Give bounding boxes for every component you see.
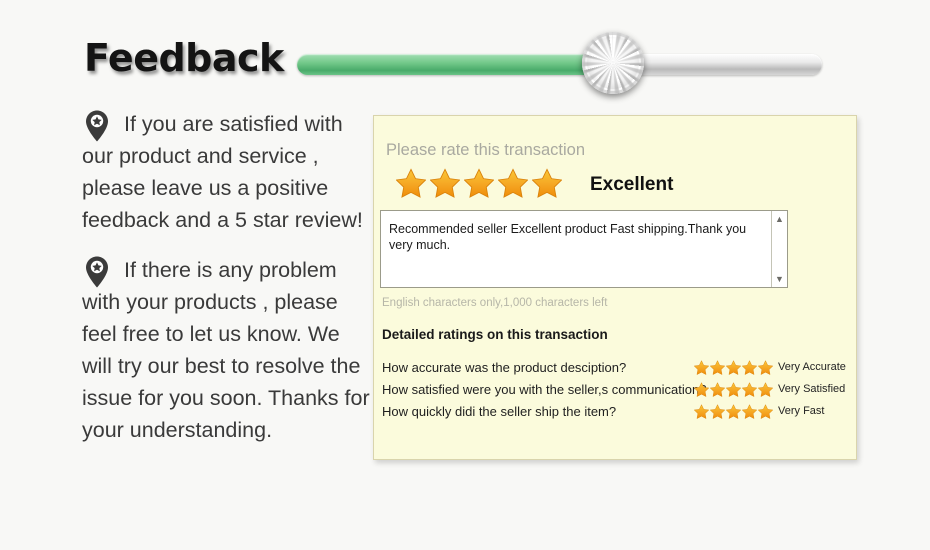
star-icon[interactable] (498, 168, 528, 198)
detailed-ratings-list: How accurate was the product desciption?… (382, 356, 850, 422)
rating-label: Very Fast (778, 405, 825, 417)
character-count-note: English characters only,1,000 characters… (382, 297, 608, 309)
star-icon[interactable] (758, 403, 773, 419)
rating-value-group: Very Fast (694, 403, 850, 419)
feedback-notes: If you are satisfied with our product an… (82, 108, 370, 464)
star-icon[interactable] (694, 381, 709, 397)
star-icon[interactable] (710, 403, 725, 419)
detailed-ratings-heading: Detailed ratings on this transaction (382, 327, 608, 342)
note-item: If you are satisfied with our product an… (82, 108, 370, 236)
star-icon[interactable] (710, 381, 725, 397)
note-text: If you are satisfied with our product an… (82, 112, 363, 232)
star-icon[interactable] (532, 168, 562, 198)
star-icon[interactable] (742, 359, 757, 375)
rating-value-group: Very Accurate (694, 359, 850, 375)
progress-slider[interactable] (297, 32, 822, 94)
rating-question: How quickly didi the seller ship the ite… (382, 403, 617, 419)
map-pin-star-icon (86, 256, 108, 288)
star-icon[interactable] (742, 381, 757, 397)
rating-row: How satisfied were you with the seller,s… (382, 378, 850, 400)
rating-row: How accurate was the product desciption?… (382, 356, 850, 378)
map-pin-star-icon (86, 110, 108, 142)
chevron-up-icon[interactable]: ▲ (772, 212, 787, 226)
page-header: Feedback (0, 0, 930, 100)
star-icon[interactable] (694, 403, 709, 419)
star-icon[interactable] (710, 359, 725, 375)
rating-stars[interactable] (694, 359, 773, 375)
rating-row: How quickly didi the seller ship the ite… (382, 400, 850, 422)
star-icon[interactable] (430, 168, 460, 198)
page-title: Feedback (84, 36, 284, 80)
star-icon[interactable] (464, 168, 494, 198)
rate-prompt-label: Please rate this transaction (386, 141, 586, 159)
slider-fill (297, 54, 615, 75)
comment-scrollbar[interactable]: ▲ ▼ (771, 211, 787, 287)
star-icon[interactable] (694, 359, 709, 375)
star-icon[interactable] (742, 403, 757, 419)
rating-question: How accurate was the product desciption? (382, 359, 627, 375)
star-icon[interactable] (396, 168, 426, 198)
star-icon[interactable] (726, 381, 741, 397)
rating-stars[interactable] (694, 381, 773, 397)
rating-value-group: Very Satisfied (694, 381, 850, 397)
slider-knob[interactable] (582, 32, 644, 94)
star-icon[interactable] (758, 359, 773, 375)
comment-textarea[interactable]: Recommended seller Excellent product Fas… (380, 210, 788, 288)
star-icon[interactable] (726, 359, 741, 375)
rating-panel: Please rate this transaction Excellent R… (373, 115, 857, 460)
rating-question: How satisfied were you with the seller,s… (382, 381, 707, 397)
star-icon[interactable] (726, 403, 741, 419)
chevron-down-icon[interactable]: ▼ (772, 272, 787, 286)
note-text: If there is any problem with your produc… (82, 258, 370, 442)
overall-rating-label: Excellent (590, 174, 674, 195)
star-icon[interactable] (758, 381, 773, 397)
overall-star-rating[interactable] (396, 168, 562, 198)
rating-label: Very Satisfied (778, 383, 846, 395)
rating-label: Very Accurate (778, 361, 846, 373)
rating-stars[interactable] (694, 403, 773, 419)
comment-text-value: Recommended seller Excellent product Fas… (389, 222, 747, 252)
note-item: If there is any problem with your produc… (82, 254, 370, 446)
